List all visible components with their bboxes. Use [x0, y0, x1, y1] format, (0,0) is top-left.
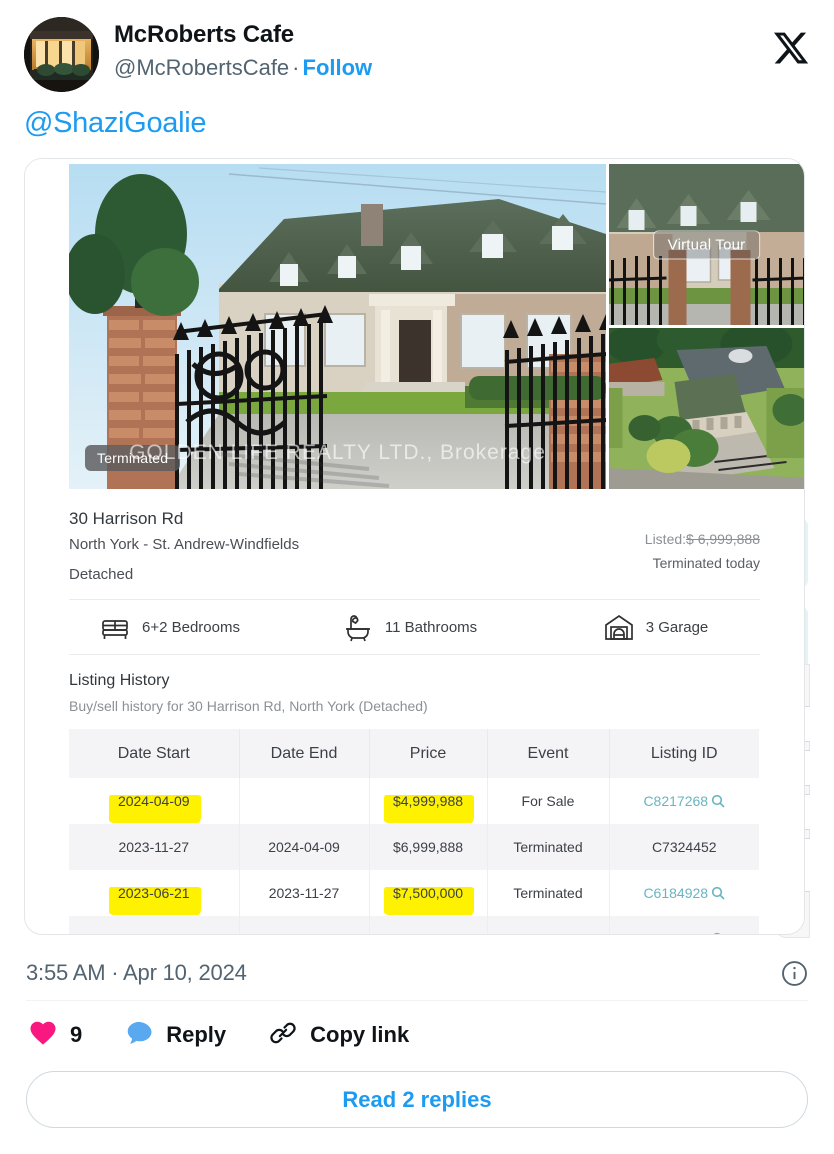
- account-handle[interactable]: @McRobertsCafe: [114, 55, 289, 80]
- listed-price: $ 6,999,888: [686, 531, 760, 547]
- feature-garage: 3 Garage: [601, 612, 760, 642]
- cell-date-start: 2023-06-21: [69, 870, 239, 916]
- like-button[interactable]: 9: [28, 1018, 82, 1053]
- search-icon[interactable]: [711, 932, 725, 935]
- property-features: 6+2 Bedrooms 11 Bathrooms: [69, 599, 760, 655]
- feature-bedrooms-label: 6+2 Bedrooms: [142, 619, 240, 636]
- cell-date-end: 2023-11-27: [239, 870, 369, 916]
- speech-bubble-icon: [124, 1018, 154, 1053]
- info-circle-icon[interactable]: [781, 960, 808, 987]
- avatar[interactable]: [24, 17, 99, 92]
- embedded-listing-card-wrapper: Terminated GOLDEN LIFE REALTY LTD., Brok…: [24, 158, 810, 938]
- feature-bathrooms-label: 11 Bathrooms: [385, 619, 477, 636]
- copy-link-button[interactable]: Copy link: [268, 1018, 409, 1053]
- property-neighbourhood: North York - St. Andrew-Windfields: [69, 533, 299, 557]
- tweet-card: McRoberts Cafe @McRobertsCafe·Follow @Sh…: [0, 0, 834, 1154]
- property-address[interactable]: 30 Harrison Rd: [69, 507, 299, 531]
- listing-card[interactable]: Terminated GOLDEN LIFE REALTY LTD., Brok…: [24, 158, 805, 935]
- bathtub-icon: [342, 612, 374, 642]
- listed-price-line: Listed:$ 6,999,888: [645, 529, 760, 550]
- garage-icon: [603, 612, 635, 642]
- table-row[interactable]: 2023-11-27 2024-04-09 $6,999,888 Termina…: [69, 824, 759, 870]
- tweet-timestamp[interactable]: 3:55 AM · Apr 10, 2024: [26, 960, 247, 986]
- cell-date-start: 2010-10-01: [69, 916, 239, 935]
- column-header-listing-id[interactable]: Listing ID: [609, 729, 759, 778]
- feature-garage-label: 3 Garage: [646, 619, 709, 636]
- column-header-date-start[interactable]: Date Start: [69, 729, 239, 778]
- column-header-date-end[interactable]: Date End: [239, 729, 369, 778]
- header-names: McRoberts Cafe @McRobertsCafe·Follow: [114, 17, 372, 82]
- listed-label: Listed:: [645, 531, 686, 547]
- x-logo-icon[interactable]: [772, 29, 810, 67]
- bed-icon: [99, 612, 131, 642]
- secondary-photos: Virtual Tour: [609, 164, 804, 489]
- tweet-header: McRoberts Cafe @McRobertsCafe·Follow: [24, 0, 810, 86]
- reply-label: Reply: [166, 1022, 226, 1048]
- cell-listing-id[interactable]: C6184928: [609, 870, 759, 916]
- listing-history-table: Date Start Date End Price Event Listing …: [69, 729, 759, 935]
- table-row[interactable]: 2010-10-01 2010-11-15 $3,780,000 Sold C1…: [69, 916, 759, 935]
- column-header-price[interactable]: Price: [369, 729, 487, 778]
- cell-date-end: 2024-04-09: [239, 824, 369, 870]
- photo-aerial[interactable]: [609, 328, 804, 489]
- tweet-actions: 9 Reply Copy link: [24, 1001, 810, 1051]
- status-badge: Terminated: [85, 445, 180, 471]
- photo-gallery: Terminated GOLDEN LIFE REALTY LTD., Brok…: [25, 159, 804, 489]
- heart-icon: [28, 1018, 58, 1053]
- cell-price: $3,780,000: [369, 916, 487, 935]
- column-header-event[interactable]: Event: [487, 729, 609, 778]
- cell-event: Terminated: [487, 824, 609, 870]
- cell-date-end: [239, 778, 369, 824]
- cell-listing-id[interactable]: C8217268: [609, 778, 759, 824]
- link-icon: [268, 1018, 298, 1053]
- listing-history-subtitle: Buy/sell history for 30 Harrison Rd, Nor…: [69, 695, 804, 717]
- listing-history-title: Listing History: [69, 670, 804, 692]
- cell-listing-id: C7324452: [609, 824, 759, 870]
- virtual-tour-badge[interactable]: Virtual Tour: [653, 230, 761, 259]
- cell-price: $4,999,988: [369, 778, 487, 824]
- cell-event: Terminated: [487, 870, 609, 916]
- table-row[interactable]: 2024-04-09 $4,999,988 For Sale C8217268: [69, 778, 759, 824]
- search-icon[interactable]: [711, 794, 725, 808]
- handle-separator: ·: [289, 55, 302, 80]
- cell-date-start: 2024-04-09: [69, 778, 239, 824]
- property-status-line: Terminated today: [645, 553, 760, 574]
- cell-event: Sold: [487, 916, 609, 935]
- cell-date-start: 2023-11-27: [69, 824, 239, 870]
- read-replies-button[interactable]: Read 2 replies: [26, 1071, 808, 1128]
- search-icon[interactable]: [711, 886, 725, 900]
- cell-listing-id[interactable]: C1967926: [609, 916, 759, 935]
- feature-bathrooms: 11 Bathrooms: [340, 612, 601, 642]
- table-row[interactable]: 2023-06-21 2023-11-27 $7,500,000 Termina…: [69, 870, 759, 916]
- listing-history-header: Listing History Buy/sell history for 30 …: [25, 655, 804, 717]
- like-count: 9: [70, 1022, 82, 1048]
- main-photo[interactable]: Terminated GOLDEN LIFE REALTY LTD., Brok…: [69, 164, 606, 489]
- timestamp-row: 3:55 AM · Apr 10, 2024: [24, 938, 810, 986]
- table-header-row: Date Start Date End Price Event Listing …: [69, 729, 759, 778]
- display-name[interactable]: McRoberts Cafe: [114, 20, 372, 50]
- cell-event: For Sale: [487, 778, 609, 824]
- cell-price: $7,500,000: [369, 870, 487, 916]
- property-info: 30 Harrison Rd North York - St. Andrew-W…: [25, 489, 804, 587]
- cell-date-end: 2010-11-15: [239, 916, 369, 935]
- copy-link-label: Copy link: [310, 1022, 409, 1048]
- reply-button[interactable]: Reply: [124, 1018, 226, 1053]
- cell-price: $6,999,888: [369, 824, 487, 870]
- follow-button[interactable]: Follow: [303, 55, 373, 80]
- property-info-right: Listed:$ 6,999,888 Terminated today: [645, 507, 778, 574]
- photo-exterior-closeup[interactable]: Virtual Tour: [609, 164, 804, 325]
- tweet-body-text[interactable]: @ShaziGoalie: [24, 86, 810, 158]
- property-info-left: 30 Harrison Rd North York - St. Andrew-W…: [69, 507, 299, 587]
- feature-bedrooms: 6+2 Bedrooms: [73, 612, 340, 642]
- handle-row: @McRobertsCafe·Follow: [114, 54, 372, 82]
- property-type: Detached: [69, 563, 299, 587]
